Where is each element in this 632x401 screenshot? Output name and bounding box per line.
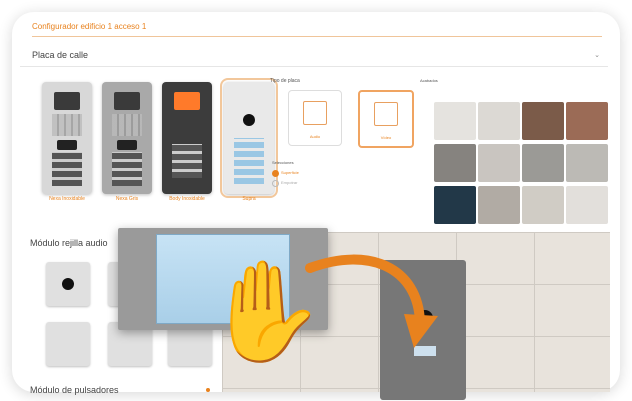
buttons-icon xyxy=(234,138,264,184)
module-option-0[interactable] xyxy=(46,262,90,306)
plate-label-2: Body Inoxidable xyxy=(169,196,205,202)
expand-dot-icon xyxy=(206,388,210,392)
finish-swatch[interactable] xyxy=(434,186,476,224)
module-option-2[interactable] xyxy=(46,322,90,366)
module-section-title[interactable]: Módulo rejilla audio xyxy=(30,238,108,248)
rfid-icon xyxy=(57,140,77,150)
finish-swatch[interactable] xyxy=(566,186,608,224)
finish-swatch[interactable] xyxy=(434,144,476,182)
rfid-icon xyxy=(117,140,137,150)
keypad-icon xyxy=(112,114,142,136)
display-icon xyxy=(114,92,140,110)
plate-option-2[interactable] xyxy=(162,82,212,194)
finish-swatch[interactable] xyxy=(566,144,608,182)
keypad-icon xyxy=(52,114,82,136)
buttons-icon xyxy=(112,152,142,186)
camera-icon xyxy=(243,114,255,126)
chevron-down-icon[interactable]: ⌄ xyxy=(594,51,600,59)
plate-label-3: Supra xyxy=(242,196,256,202)
buttons-icon xyxy=(172,144,202,178)
video-plate-icon xyxy=(374,102,398,126)
plate-type-audio-label: Audio xyxy=(309,134,321,139)
finish-swatch[interactable] xyxy=(522,102,564,140)
radio-empotrar[interactable] xyxy=(272,180,279,187)
plate-option-3[interactable] xyxy=(220,78,278,198)
pulsadores-section-title[interactable]: Módulo de pulsadores xyxy=(30,385,119,395)
plate-type-label: Tipo de placa xyxy=(270,78,300,84)
plate-type-audio[interactable]: Audio xyxy=(288,90,342,146)
plate-label-0: Nexa Inoxidable xyxy=(49,196,85,202)
display-icon xyxy=(54,92,80,110)
buttons-icon xyxy=(52,152,82,186)
plate-type-video[interactable]: Vídeo xyxy=(358,90,414,148)
section-header-placa[interactable]: Placa de calle ⌄ xyxy=(20,44,608,67)
finish-swatch[interactable] xyxy=(522,144,564,182)
speaker-icon xyxy=(62,278,74,290)
configurator-title: Configurador edificio 1 acceso 1 xyxy=(32,22,147,31)
finishes-label: Acabados xyxy=(420,78,438,83)
finish-swatch[interactable] xyxy=(434,102,476,140)
plate-label-1: Nexa Gris xyxy=(115,196,139,202)
finish-swatch[interactable] xyxy=(566,102,608,140)
display-icon xyxy=(174,92,200,110)
plate-option-0[interactable] xyxy=(42,82,92,194)
plate-type-video-label: Vídeo xyxy=(380,135,392,140)
radio-superficie-label: Superficie xyxy=(281,170,299,175)
finish-swatch[interactable] xyxy=(522,186,564,224)
radio-superficie[interactable] xyxy=(272,170,279,177)
finish-swatch[interactable] xyxy=(478,102,520,140)
hand-drag-icon: ✋ xyxy=(204,256,327,366)
finish-swatch[interactable] xyxy=(478,144,520,182)
finish-swatch[interactable] xyxy=(478,186,520,224)
title-divider xyxy=(32,36,602,37)
plate-option-1[interactable] xyxy=(102,82,152,194)
selection-label: Selecciones xyxy=(272,160,294,165)
section-title: Placa de calle xyxy=(32,50,89,60)
radio-empotrar-label: Empotrar xyxy=(281,180,298,185)
audio-plate-icon xyxy=(303,101,327,125)
